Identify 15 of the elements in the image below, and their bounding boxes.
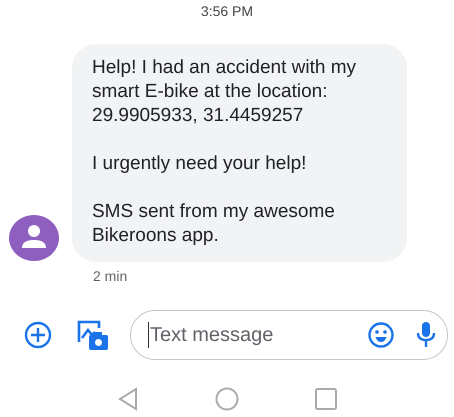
compose-field[interactable]: Text message [130, 310, 448, 360]
emoji-icon[interactable] [367, 321, 395, 349]
message-text: Help! I had an accident with my smart E-bike at the location: 29.9905933, 31.4459257 [92, 56, 358, 128]
microphone-icon[interactable] [415, 320, 437, 350]
message-text: SMS sent from my awesome Bikeroons app. [92, 200, 336, 248]
message-timestamp: 3:56 PM [200, 3, 254, 19]
avatar-icon [8, 214, 60, 262]
home-icon[interactable] [215, 387, 239, 411]
gallery-camera-icon[interactable] [76, 318, 110, 352]
back-icon[interactable] [117, 387, 139, 411]
add-icon[interactable] [24, 321, 52, 349]
message-input-field[interactable]: Text message [148, 322, 359, 348]
message-age: 2 min [93, 268, 128, 284]
recents-icon[interactable] [315, 388, 337, 410]
message-text: I urgently need your help! [92, 152, 308, 176]
